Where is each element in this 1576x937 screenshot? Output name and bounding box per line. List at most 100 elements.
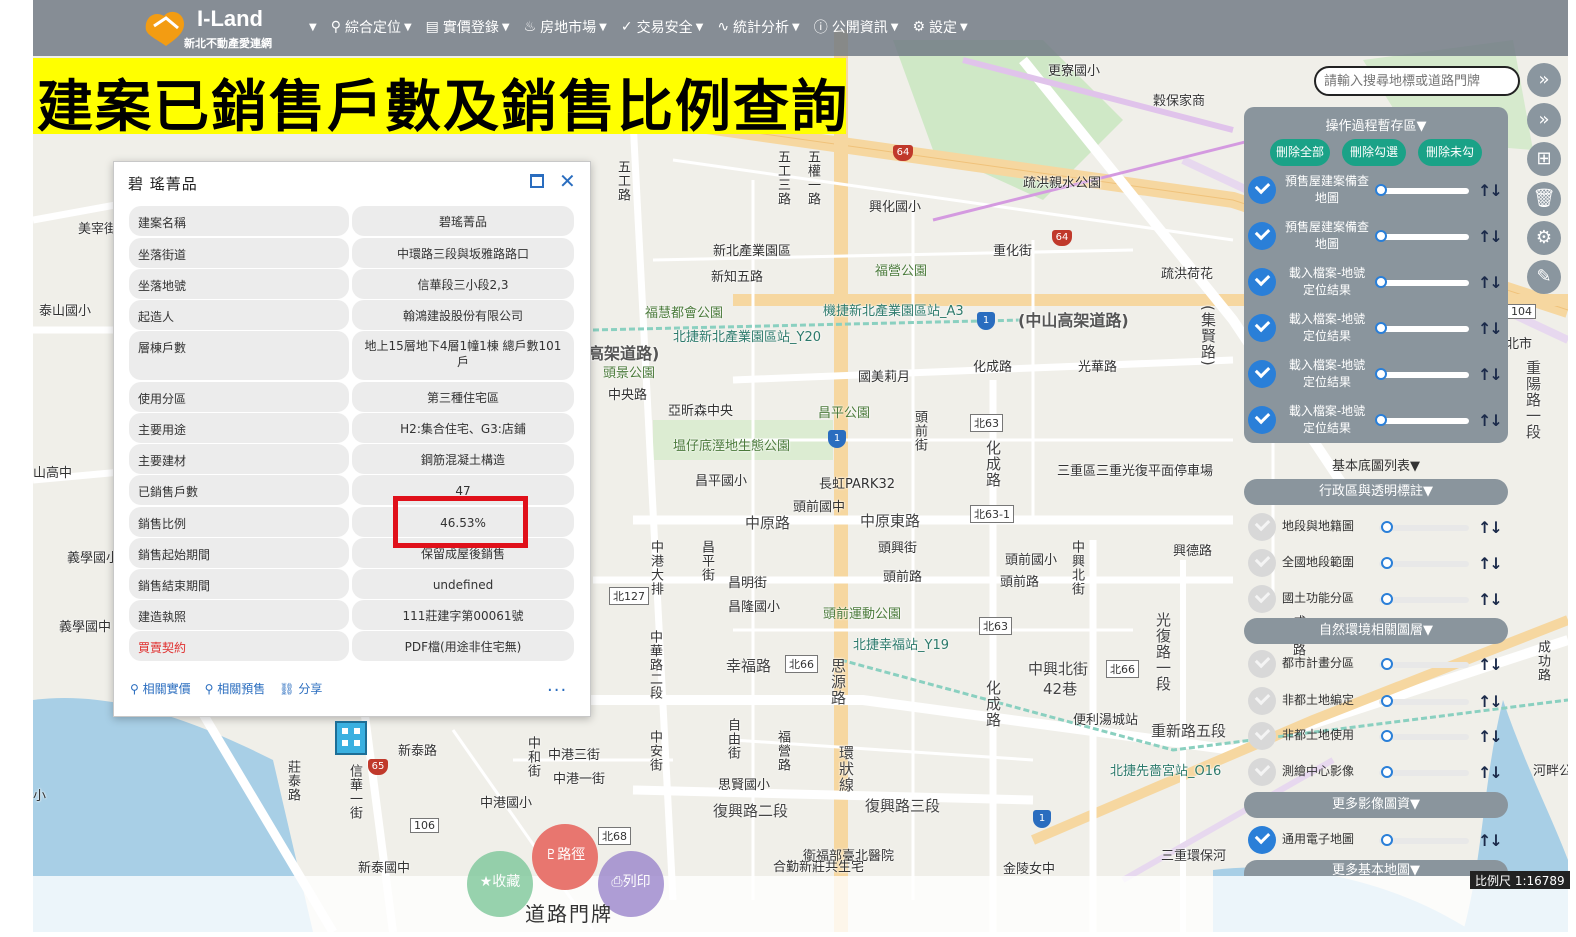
move-up-down-icon[interactable]: ↑↓	[1478, 831, 1503, 850]
layer-checkbox[interactable]	[1248, 650, 1276, 678]
slider-knob[interactable]	[1375, 322, 1387, 334]
nav-item-public-info[interactable]: ⓘ 公開資訊 ▼	[808, 17, 905, 37]
delete-button[interactable]: 🗑	[1527, 182, 1561, 216]
slider-knob[interactable]	[1375, 368, 1387, 380]
nav-item-statistics[interactable]: ∿ 統計分析 ▼	[711, 17, 805, 37]
layer-checkbox[interactable]	[1248, 687, 1276, 715]
move-up-down-icon[interactable]: ↑↓	[1478, 319, 1503, 338]
opacity-slider[interactable]	[1379, 521, 1469, 533]
slider-knob[interactable]	[1381, 521, 1393, 533]
related-transactions-link[interactable]: ⚲ 相關實價	[130, 680, 191, 697]
slider-knob[interactable]	[1381, 557, 1393, 569]
layer-checkbox[interactable]	[1248, 513, 1276, 541]
opacity-slider[interactable]	[1375, 184, 1469, 196]
opacity-slider[interactable]	[1379, 730, 1469, 742]
opacity-slider[interactable]	[1379, 557, 1469, 569]
opacity-slider[interactable]	[1379, 695, 1469, 707]
route-button[interactable]: ♇路徑	[532, 824, 598, 890]
tools-button[interactable]: ⚙	[1527, 221, 1561, 255]
layer-checkbox[interactable]	[1248, 314, 1276, 342]
opacity-slider[interactable]	[1375, 230, 1469, 242]
nav-item-market[interactable]: ♨ 房地市場 ▼	[518, 17, 613, 37]
move-up-down-icon[interactable]: ↑↓	[1478, 411, 1503, 430]
move-up-down-icon[interactable]: ↑↓	[1478, 365, 1503, 384]
move-up-down-icon[interactable]: ↑↓	[1478, 554, 1503, 573]
building-marker-icon[interactable]	[330, 714, 374, 760]
move-up-down-icon[interactable]: ↑↓	[1478, 181, 1503, 200]
move-up-down-icon[interactable]: ↑↓	[1478, 727, 1503, 746]
move-up-down-icon[interactable]: ↑↓	[1478, 590, 1503, 609]
slider-knob[interactable]	[1381, 730, 1393, 742]
layer-checkbox[interactable]	[1248, 222, 1276, 250]
nav-item-price-registration[interactable]: ▤ 實價登錄 ▼	[420, 17, 516, 37]
slider-knob[interactable]	[1375, 230, 1387, 242]
map-label: 福營路	[775, 730, 790, 772]
slider-knob[interactable]	[1381, 695, 1393, 707]
search-input[interactable]	[1314, 66, 1520, 96]
move-up-down-icon[interactable]: ↑↓	[1478, 763, 1503, 782]
layer-checkbox[interactable]	[1248, 758, 1276, 786]
nav-item-settings[interactable]: ⚙ 設定 ▼	[906, 17, 973, 37]
logo-title[interactable]: I-Land	[197, 6, 263, 32]
info-key[interactable]: 買賣契約	[129, 631, 349, 661]
opacity-slider[interactable]	[1379, 834, 1469, 846]
close-icon[interactable]: ✕	[559, 169, 576, 193]
imagery-layer-header[interactable]: 更多影像圖資▼	[1244, 792, 1508, 818]
map-label: 環狀線	[837, 745, 855, 793]
delete-all-button[interactable]: 刪除全部	[1270, 139, 1330, 166]
opacity-slider[interactable]	[1379, 658, 1469, 670]
slider-knob[interactable]	[1381, 593, 1393, 605]
slider-knob[interactable]	[1375, 276, 1387, 288]
layer-checkbox[interactable]	[1248, 360, 1276, 388]
opacity-slider[interactable]	[1375, 322, 1469, 334]
expand-panel-button[interactable]: »	[1527, 63, 1561, 97]
add-layer-button[interactable]: ⊞	[1527, 142, 1561, 176]
collapse-panel-button[interactable]: »	[1527, 103, 1561, 137]
info-row: 使用分區 第三種住宅區	[129, 382, 575, 412]
slider-knob[interactable]	[1375, 414, 1387, 426]
opacity-slider[interactable]	[1375, 368, 1469, 380]
plus-square-icon: ⊞	[1536, 148, 1552, 169]
layer-checkbox[interactable]	[1248, 176, 1276, 204]
environment-layer-header[interactable]: 自然環境相關圖層▼	[1244, 618, 1508, 644]
layer-checkbox[interactable]	[1248, 826, 1276, 854]
opacity-slider[interactable]	[1375, 276, 1469, 288]
admin-layer-header[interactable]: 行政區與透明標註▼	[1244, 479, 1508, 505]
move-up-down-icon[interactable]: ↑↓	[1478, 655, 1503, 674]
slider-knob[interactable]	[1375, 184, 1387, 196]
move-up-down-icon[interactable]: ↑↓	[1478, 273, 1503, 292]
move-up-down-icon[interactable]: ↑↓	[1478, 692, 1503, 711]
work-area-header[interactable]: 操作過程暫存區▼	[1244, 115, 1508, 134]
more-options-icon[interactable]: ...	[547, 675, 567, 696]
map-label: 美宰街	[78, 222, 118, 237]
map-label: 疏洪親水公園	[1023, 176, 1102, 191]
opacity-slider[interactable]	[1375, 414, 1469, 426]
related-presale-link[interactable]: ⚲ 相關預售	[205, 680, 266, 697]
layer-checkbox[interactable]	[1248, 549, 1276, 577]
draw-button[interactable]: ✎	[1527, 260, 1561, 294]
favorites-button[interactable]: ★收藏	[467, 851, 533, 917]
map-label: 義學國小	[67, 551, 120, 566]
opacity-slider[interactable]	[1379, 766, 1469, 778]
layer-checkbox[interactable]	[1248, 722, 1276, 750]
layer-checkbox[interactable]	[1248, 585, 1276, 613]
nav-item-location[interactable]: ⚲ 綜合定位 ▼	[325, 17, 418, 37]
delete-unchecked-button[interactable]: 刪除未勾	[1418, 139, 1482, 166]
layer-checkbox[interactable]	[1248, 406, 1276, 434]
slider-knob[interactable]	[1381, 658, 1393, 670]
slider-knob[interactable]	[1381, 766, 1393, 778]
delete-checked-button[interactable]: 刪除勾選	[1342, 139, 1406, 166]
base-map-header[interactable]: 基本底圖列表▼	[1244, 455, 1508, 474]
address-mode-label[interactable]: 道路門牌	[525, 898, 613, 927]
info-value[interactable]: PDF檔(用途非住宅無)	[352, 631, 574, 661]
share-link[interactable]: ⛓ 分享	[279, 680, 322, 697]
layer-checkbox[interactable]	[1248, 268, 1276, 296]
nav-item-safety[interactable]: ✓ 交易安全 ▼	[615, 17, 709, 37]
more-base-map-header[interactable]: 更多基本地圖▼	[1244, 860, 1508, 876]
opacity-slider[interactable]	[1379, 593, 1469, 605]
maximize-icon[interactable]	[530, 174, 544, 188]
nav-menu-toggle[interactable]: ▼	[300, 17, 323, 37]
move-up-down-icon[interactable]: ↑↓	[1478, 518, 1503, 537]
slider-knob[interactable]	[1381, 834, 1393, 846]
move-up-down-icon[interactable]: ↑↓	[1478, 227, 1503, 246]
